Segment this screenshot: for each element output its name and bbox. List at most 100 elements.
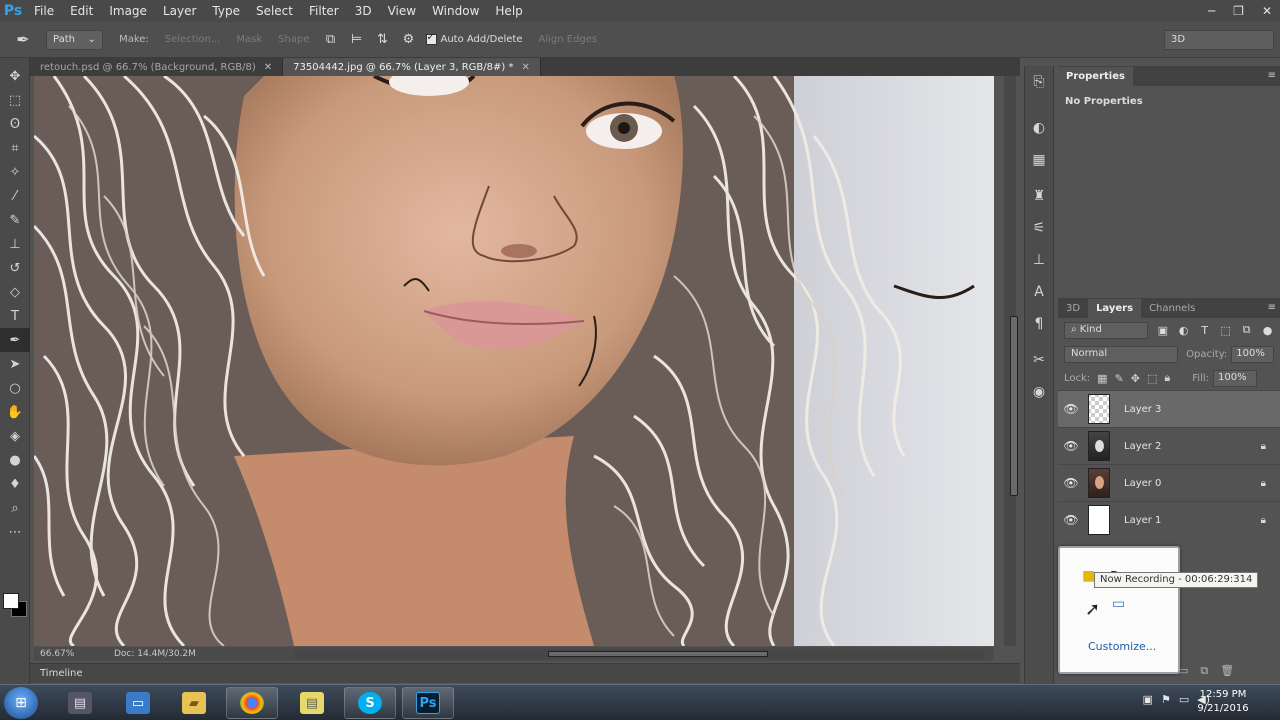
move-tool-icon[interactable]: ✥: [0, 64, 30, 88]
auto-add-delete-checkbox[interactable]: [425, 32, 437, 45]
trash-icon[interactable]: 🗑︎: [1220, 664, 1234, 678]
paint-bucket-icon[interactable]: ◈: [0, 424, 30, 448]
taskbar-explorer[interactable]: ▰: [168, 687, 220, 719]
color-icon[interactable]: ◐: [1025, 112, 1053, 144]
gear-icon[interactable]: ⚙: [398, 29, 420, 51]
visibility-eye-icon[interactable]: 👁︎: [1058, 513, 1084, 527]
layer-row-layer-1[interactable]: 👁︎ Layer 1 🔒︎: [1058, 501, 1280, 538]
visibility-eye-icon[interactable]: 👁︎: [1058, 402, 1084, 416]
smart-object-filter-icon[interactable]: ⧉: [1240, 323, 1253, 337]
brush-tool-icon[interactable]: ✎: [0, 208, 30, 232]
scroll-thumb[interactable]: [548, 651, 768, 657]
clone-source-icon[interactable]: ⊥: [1025, 244, 1053, 276]
type-filter-icon[interactable]: T: [1198, 324, 1211, 337]
tab-active-document[interactable]: 73504442.jpg @ 66.7% (Layer 3, RGB/8#) *…: [283, 58, 541, 76]
foreground-color-swatch[interactable]: [3, 593, 19, 609]
tab-retouch[interactable]: retouch.psd @ 66.7% (Background, RGB/8) ✕: [30, 58, 284, 76]
close-icon[interactable]: ✕: [521, 62, 529, 73]
zoom-tool-icon[interactable]: ⌕: [0, 496, 30, 520]
type-tool-icon[interactable]: T: [0, 304, 30, 328]
history-icon[interactable]: ⎘: [1025, 66, 1053, 98]
panel-menu-icon[interactable]: ≡: [1268, 302, 1276, 313]
lock-pixels-icon[interactable]: ✎: [1115, 372, 1124, 385]
pen-tool-preset-icon[interactable]: ✒: [0, 22, 46, 58]
menu-filter[interactable]: Filter: [301, 4, 347, 18]
timeline-panel-tab[interactable]: Timeline: [30, 663, 1020, 683]
tab-3d[interactable]: 3D: [1058, 299, 1088, 318]
taskbar-photoshop[interactable]: Ps: [402, 687, 454, 719]
opacity-field[interactable]: 100%: [1231, 345, 1274, 363]
menu-type[interactable]: Type: [204, 4, 248, 18]
close-icon[interactable]: ✕: [1262, 4, 1272, 18]
eyedropper-icon[interactable]: ⁄: [0, 184, 30, 208]
path-selection-icon[interactable]: ➤: [0, 352, 30, 376]
tab-properties[interactable]: Properties: [1058, 67, 1133, 86]
marquee-tool-icon[interactable]: ⬚: [0, 88, 30, 112]
scroll-thumb[interactable]: [1010, 316, 1018, 496]
filter-toggle-icon[interactable]: ●: [1261, 324, 1274, 337]
path-operations-icon[interactable]: ⧉: [320, 29, 342, 51]
lock-transparency-icon[interactable]: ▦: [1097, 372, 1107, 385]
layer-row-layer-0[interactable]: 👁︎ Layer 0 🔒︎: [1058, 464, 1280, 501]
close-icon[interactable]: ✕: [264, 62, 272, 73]
layer-kind-filter[interactable]: ⌕ Kind: [1064, 321, 1149, 339]
menu-edit[interactable]: Edit: [62, 4, 101, 18]
dodge-tool-icon[interactable]: ●: [0, 448, 30, 472]
vertical-scrollbar[interactable]: [1004, 76, 1018, 646]
paragraph-icon[interactable]: ¶: [1025, 308, 1053, 340]
flag-icon[interactable]: ⚑: [1161, 693, 1171, 706]
tab-layers[interactable]: Layers: [1088, 299, 1142, 318]
eraser-icon[interactable]: ◇: [0, 280, 30, 304]
more-tools-icon[interactable]: ⋯: [0, 520, 30, 544]
menu-select[interactable]: Select: [248, 4, 301, 18]
pen-tool-icon[interactable]: ✒: [0, 328, 30, 352]
path-arrangement-icon[interactable]: ⇅: [372, 29, 394, 51]
menu-file[interactable]: File: [26, 4, 62, 18]
taskbar-skype[interactable]: S: [344, 687, 396, 719]
display-icon[interactable]: ▭: [1112, 596, 1125, 612]
restore-icon[interactable]: ❐: [1233, 4, 1244, 18]
show-hidden-icons-icon[interactable]: ▣: [1143, 693, 1153, 706]
lock-artboard-icon[interactable]: ⬚: [1147, 372, 1157, 385]
minimize-icon[interactable]: ─: [1208, 4, 1215, 18]
panel-menu-icon[interactable]: ≡: [1268, 70, 1276, 81]
tool-presets-icon[interactable]: ✂: [1025, 344, 1053, 376]
ellipse-tool-icon[interactable]: ○: [0, 376, 30, 400]
menu-3d[interactable]: 3D: [347, 4, 380, 18]
magic-wand-icon[interactable]: ✧: [0, 160, 30, 184]
lock-all-icon[interactable]: 🔒︎: [1164, 371, 1170, 385]
new-layer-icon[interactable]: ⧉: [1200, 664, 1208, 678]
lock-position-icon[interactable]: ✥: [1131, 372, 1140, 385]
system-clock[interactable]: 12:59 PM 9/21/2016: [1188, 688, 1258, 716]
doc-size[interactable]: Doc: 14.4M/30.2M: [94, 649, 196, 659]
customize-link[interactable]: Customize...: [1088, 640, 1156, 653]
hand-tool-icon[interactable]: ✋: [0, 400, 30, 424]
history-brush-icon[interactable]: ↺: [0, 256, 30, 280]
workspace-select[interactable]: 3D: [1164, 30, 1274, 50]
blend-mode-select[interactable]: Normal: [1064, 345, 1179, 363]
horizontal-scrollbar[interactable]: [294, 649, 984, 659]
pen-mode-select[interactable]: Path ⌄: [46, 29, 104, 50]
make-mask-button[interactable]: Mask: [228, 30, 270, 50]
lasso-tool-icon[interactable]: ʘ: [0, 112, 30, 136]
navigator-icon[interactable]: ◉: [1025, 376, 1053, 408]
taskbar-file-manager[interactable]: ▤: [54, 687, 106, 719]
fill-field[interactable]: 100%: [1213, 369, 1258, 387]
menu-layer[interactable]: Layer: [155, 4, 204, 18]
adjustments-icon[interactable]: ⚟: [1025, 212, 1053, 244]
visibility-eye-icon[interactable]: 👁︎: [1058, 439, 1084, 453]
menu-help[interactable]: Help: [487, 4, 530, 18]
tab-channels[interactable]: Channels: [1141, 299, 1203, 318]
menu-image[interactable]: Image: [101, 4, 155, 18]
pixel-filter-icon[interactable]: ▣: [1156, 324, 1169, 337]
blur-tool-icon[interactable]: ♦: [0, 472, 30, 496]
taskbar-sticky-notes[interactable]: ▤: [286, 687, 338, 719]
document-canvas[interactable]: [34, 76, 994, 646]
make-selection-button[interactable]: Selection...: [157, 30, 229, 50]
crop-tool-icon[interactable]: ⌗: [0, 136, 30, 160]
start-button[interactable]: ⊞: [4, 687, 38, 719]
clone-stamp-icon[interactable]: ⊥: [0, 232, 30, 256]
visibility-eye-icon[interactable]: 👁︎: [1058, 476, 1084, 490]
shape-filter-icon[interactable]: ⬚: [1219, 324, 1232, 337]
swatches-icon[interactable]: ▦: [1025, 144, 1053, 176]
